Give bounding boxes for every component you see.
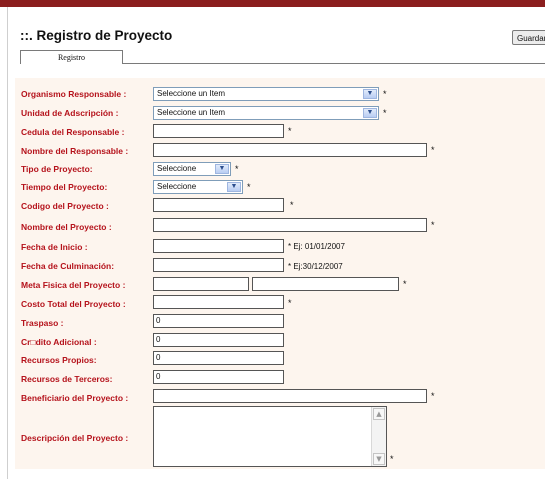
fecha-culminacion-hint: * Ej:30/12/2007 <box>288 262 343 271</box>
beneficiario-label: Beneficiario del Proyecto : <box>21 393 129 403</box>
nombre-responsable-required-mark: * <box>431 145 435 155</box>
costo-total-label: Costo Total del Proyecto : <box>21 299 126 309</box>
cedula-field[interactable] <box>153 124 284 138</box>
unidad-label: Unidad de Adscripción : <box>21 108 119 118</box>
organismo-required-mark: * <box>383 89 387 99</box>
descripcion-label: Descripción del Proyecto : <box>21 433 129 443</box>
nombre-proyecto-field[interactable] <box>153 218 427 232</box>
unidad-required-mark: * <box>383 108 387 118</box>
tiempo-select[interactable]: Seleccione ▼ <box>153 180 243 194</box>
save-button[interactable]: Guardar <box>512 30 545 45</box>
traspaso-field[interactable]: 0 <box>153 314 284 328</box>
traspaso-label: Traspaso : <box>21 318 64 328</box>
unidad-select[interactable]: Seleccione un Item ▼ <box>153 106 379 120</box>
fecha-inicio-label: Fecha de Inicio : <box>21 242 88 252</box>
fecha-culminacion-label: Fecha de Culminación: <box>21 261 115 271</box>
cedula-required-mark: * <box>288 126 292 136</box>
meta-fisica-label: Meta Fisica del Proyecto : <box>21 280 126 290</box>
organismo-select[interactable]: Seleccione un Item ▼ <box>153 87 379 101</box>
page-title: ::. Registro de Proyecto <box>20 28 173 43</box>
tipo-required-mark: * <box>235 164 239 174</box>
fecha-culminacion-field[interactable] <box>153 258 284 272</box>
beneficiario-field[interactable] <box>153 389 427 403</box>
credito-label: Cr□dito Adicional : <box>21 337 97 347</box>
descripcion-required-mark: * <box>390 454 394 464</box>
tiempo-select-value: Seleccione <box>157 182 197 191</box>
frame-left-border <box>7 7 8 479</box>
tab-divider <box>123 63 545 64</box>
costo-total-required-mark: * <box>288 298 292 308</box>
tipo-select[interactable]: Seleccione ▼ <box>153 162 231 176</box>
textarea-scrollbar[interactable]: ▲ ▼ <box>371 407 386 466</box>
meta-fisica-required-mark: * <box>403 279 407 289</box>
recursos-terceros-field[interactable]: 0 <box>153 370 284 384</box>
meta-fisica-field-1[interactable] <box>153 277 249 291</box>
top-accent-bar <box>0 0 545 7</box>
scroll-down-arrow-icon[interactable]: ▼ <box>373 453 385 465</box>
recursos-propios-field[interactable]: 0 <box>153 351 284 365</box>
tiempo-required-mark: * <box>247 182 251 192</box>
descripcion-textarea[interactable]: ▲ ▼ <box>153 406 387 467</box>
organismo-select-value: Seleccione un Item <box>157 89 226 98</box>
nombre-proyecto-required-mark: * <box>431 220 435 230</box>
chevron-down-icon[interactable]: ▼ <box>363 89 377 99</box>
unidad-select-value: Seleccione un Item <box>157 108 226 117</box>
chevron-down-icon[interactable]: ▼ <box>215 164 229 174</box>
costo-total-field[interactable] <box>153 295 284 309</box>
recursos-terceros-label: Recursos de Terceros: <box>21 374 113 384</box>
organismo-label: Organismo Responsable : <box>21 89 127 99</box>
nombre-proyecto-label: Nombre del Proyecto : <box>21 222 112 232</box>
fecha-inicio-field[interactable] <box>153 239 284 253</box>
recursos-propios-label: Recursos Propios: <box>21 355 97 365</box>
cedula-label: Cedula del Responsable : <box>21 127 125 137</box>
meta-fisica-field-2[interactable] <box>252 277 399 291</box>
codigo-label: Codigo del Proyecto : <box>21 201 109 211</box>
chevron-down-icon[interactable]: ▼ <box>363 108 377 118</box>
tab-registro[interactable]: Registro <box>20 50 123 64</box>
scroll-up-arrow-icon[interactable]: ▲ <box>373 408 385 420</box>
tipo-label: Tipo de Proyecto: <box>21 164 93 174</box>
tiempo-label: Tiempo del Proyecto: <box>21 182 108 192</box>
codigo-field[interactable] <box>153 198 284 212</box>
tipo-select-value: Seleccione <box>157 164 197 173</box>
nombre-responsable-field[interactable] <box>153 143 427 157</box>
beneficiario-required-mark: * <box>431 391 435 401</box>
chevron-down-icon[interactable]: ▼ <box>227 182 241 192</box>
nombre-responsable-label: Nombre del Responsable : <box>21 146 129 156</box>
fecha-inicio-hint: * Ej: 01/01/2007 <box>288 242 345 251</box>
codigo-required-mark: * <box>290 200 294 210</box>
credito-field[interactable]: 0 <box>153 333 284 347</box>
